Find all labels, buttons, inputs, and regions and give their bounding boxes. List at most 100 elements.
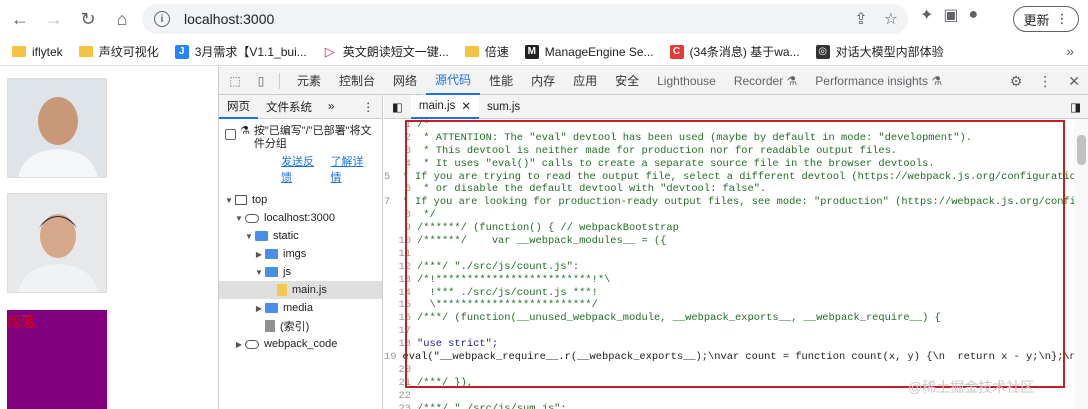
file-tab-main-js[interactable]: main.js ✕ (410, 94, 479, 119)
home-icon[interactable]: ⌂ (108, 5, 136, 33)
tab-performance-insights[interactable]: Performance insights ⚗ (806, 67, 951, 95)
collapse-triangle-icon[interactable]: ▶ (253, 250, 265, 259)
more-tabs-icon[interactable]: » (320, 95, 342, 119)
bookmarks-bar: iflytek 声纹可视化 J 3月需求【V1.1_bui... ▷ 英文朗读短文一… (0, 38, 1088, 66)
frame-icon (235, 195, 247, 205)
bookmark-star-icon[interactable]: ☆ (884, 9, 898, 29)
bookmark-item[interactable]: iflytek (12, 45, 63, 59)
line-text: !*** ./src/js/count.js ***! (417, 286, 598, 299)
line-number[interactable]: 18 (384, 338, 417, 351)
expand-triangle-icon[interactable]: ▼ (223, 196, 235, 205)
inspect-icon[interactable]: ⬚ (225, 74, 245, 88)
tree-node-js[interactable]: ▼ js (219, 263, 382, 281)
tab-memory[interactable]: 内存 (522, 67, 564, 95)
tree-label: (索引) (280, 321, 310, 333)
collapse-triangle-icon[interactable]: ▶ (253, 304, 265, 313)
line-number[interactable]: 6 (384, 183, 417, 196)
code-editor[interactable]: 1/* 2 * ATTENTION: The "eval" devtool has… (384, 119, 1074, 409)
line-number[interactable]: 19 (384, 351, 402, 364)
code-line: 14 !*** ./src/js/count.js ***! (384, 287, 1074, 300)
line-number[interactable]: 5 (384, 171, 396, 184)
line-number[interactable]: 13 (384, 274, 417, 287)
tab-console[interactable]: 控制台 (330, 67, 384, 95)
toggle-navigator-icon[interactable]: ◧ (384, 95, 411, 119)
bookmark-item[interactable]: ▷ 英文朗读短文一键... (323, 43, 449, 60)
forward-icon[interactable]: → (40, 5, 68, 33)
update-button[interactable]: 更新 ⋮ (1013, 6, 1079, 32)
bookmark-label: 英文朗读短文一键... (342, 45, 449, 59)
tree-node-index[interactable]: (索引) (219, 317, 382, 335)
tree-node-imgs[interactable]: ▶ imgs (219, 245, 382, 263)
line-number[interactable]: 17 (384, 325, 417, 338)
more-options-icon[interactable]: ⋮ (1038, 73, 1052, 90)
scrollbar[interactable] (1074, 119, 1088, 409)
expand-triangle-icon[interactable]: ▼ (253, 268, 265, 277)
tab-elements[interactable]: 元素 (288, 67, 330, 95)
tab-network[interactable]: 网络 (384, 67, 426, 95)
photo-image (7, 193, 107, 293)
line-number[interactable]: 1 (384, 119, 417, 132)
tab-recorder[interactable]: Recorder ⚗ (725, 67, 806, 95)
line-number[interactable]: 7 (384, 196, 396, 209)
tree-node-main-js[interactable]: main.js (219, 281, 382, 299)
bookmark-item[interactable]: J 3月需求【V1.1_bui... (174, 43, 307, 60)
line-number[interactable]: 8 (384, 209, 417, 222)
expand-triangle-icon[interactable]: ▼ (233, 214, 245, 223)
bookmark-label: 3月需求【V1.1_bui... (194, 45, 307, 59)
line-number[interactable]: 4 (384, 158, 417, 171)
address-bar[interactable]: i localhost:3000 ⇪ ☆ (142, 4, 908, 34)
line-number[interactable]: 3 (384, 145, 417, 158)
settings-gear-icon[interactable]: ⚙ (1010, 73, 1023, 90)
tab-lighthouse[interactable]: Lighthouse (648, 67, 725, 95)
toggle-debugger-icon[interactable]: ◨ (1062, 95, 1088, 119)
line-number[interactable]: 9 (384, 222, 417, 235)
line-number[interactable]: 21 (384, 377, 417, 390)
extensions-icon[interactable]: ✦ (920, 5, 933, 25)
tree-node-top[interactable]: ▼ top (219, 191, 382, 209)
tree-node-static[interactable]: ▼ static (219, 227, 382, 245)
learn-more-link[interactable]: 了解详情 (331, 153, 375, 185)
tab-security[interactable]: 安全 (606, 67, 648, 95)
line-number[interactable]: 2 (384, 132, 417, 145)
line-number[interactable]: 11 (384, 248, 417, 261)
line-number[interactable]: 12 (384, 261, 417, 274)
line-number[interactable]: 22 (384, 390, 417, 403)
bookmark-item[interactable]: 倍速 (464, 43, 509, 60)
bookmark-item[interactable]: M ManageEngine Se... (524, 44, 654, 59)
line-number[interactable]: 15 (384, 299, 417, 312)
line-number[interactable]: 16 (384, 312, 417, 325)
collapse-triangle-icon[interactable]: ▶ (233, 340, 245, 349)
share-icon[interactable]: ⇪ (854, 9, 867, 29)
bookmark-item[interactable]: 声纹可视化 (78, 43, 159, 60)
side-panel-icon[interactable]: ▣ (943, 5, 958, 25)
tree-node-localhost[interactable]: ▼ localhost:3000 (219, 209, 382, 227)
bookmark-item[interactable]: ◎ 对话大模型内部体验 (815, 43, 944, 60)
line-number[interactable]: 20 (384, 364, 417, 377)
tab-performance[interactable]: 性能 (480, 67, 522, 95)
navigator-menu-icon[interactable]: ⋮ (355, 95, 383, 119)
site-info-icon[interactable]: i (154, 11, 170, 27)
tab-filesystem[interactable]: 文件系统 (258, 95, 320, 119)
feedback-link[interactable]: 发送反馈 (281, 153, 325, 185)
close-tab-icon[interactable]: ✕ (461, 99, 471, 113)
line-number[interactable]: 14 (384, 287, 417, 300)
more-bookmarks-icon[interactable]: » (1066, 43, 1074, 59)
tab-page[interactable]: 网页 (219, 95, 258, 119)
back-icon[interactable]: ← (6, 5, 34, 33)
line-number[interactable]: 10 (384, 235, 417, 248)
device-toggle-icon[interactable]: ▯ (251, 74, 271, 88)
expand-triangle-icon[interactable]: ▼ (243, 232, 255, 241)
profile-avatar-icon[interactable]: ● (969, 6, 979, 24)
close-icon[interactable]: ✕ (1068, 73, 1080, 90)
line-number[interactable]: 23 (384, 403, 417, 409)
scrollbar-thumb[interactable] (1077, 135, 1086, 165)
tab-application[interactable]: 应用 (564, 67, 606, 95)
tree-node-webpack-code[interactable]: ▶ webpack_code (219, 335, 382, 353)
group-by-option[interactable]: ⚗ 按"已编写"/"已部署"将文件分组 (219, 119, 382, 151)
bookmark-item[interactable]: C (34条消息) 基于wa... (669, 43, 800, 60)
group-checkbox[interactable] (225, 129, 236, 140)
tree-node-media[interactable]: ▶ media (219, 299, 382, 317)
tab-sources[interactable]: 源代码 (426, 67, 481, 95)
file-tab-sum-js[interactable]: sum.js (479, 95, 528, 119)
reload-icon[interactable]: ↻ (74, 5, 102, 33)
